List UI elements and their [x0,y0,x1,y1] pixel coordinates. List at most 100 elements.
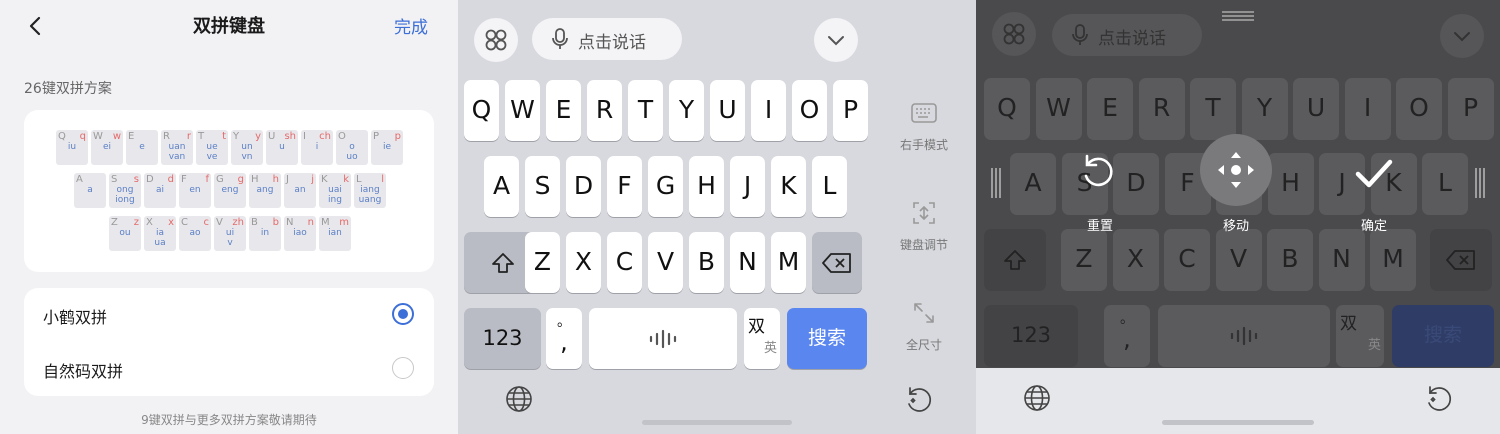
skin-refresh-icon[interactable] [1422,383,1454,419]
key-letter[interactable]: N [730,232,765,293]
backspace-key[interactable] [812,232,862,293]
key-letter[interactable]: X [566,232,601,293]
reset-button[interactable] [1076,150,1120,198]
key-letter[interactable]: Y [1241,78,1288,140]
key-letter[interactable]: B [689,232,724,293]
key-letter[interactable]: O [792,80,827,141]
apps-grid-icon[interactable] [992,12,1036,56]
key-letter[interactable]: N [1318,229,1365,291]
skin-refresh-icon[interactable] [902,384,934,420]
search-key[interactable]: 搜索 [787,308,867,369]
key-letter[interactable]: Q [984,78,1030,140]
key-letter[interactable]: K [771,156,806,217]
key-letter[interactable]: M [771,232,806,293]
scheme-preview-card: Qq iu Ww ei Ee Rr uan van Tt ue ve Yy un vn Ush u Ich… [24,110,434,272]
key-letter[interactable]: T [628,80,663,141]
confirm-button[interactable] [1350,154,1398,198]
space-key[interactable] [1158,305,1330,367]
key-letter[interactable]: E [1087,78,1133,140]
key-letter[interactable]: F [607,156,642,217]
key-letter[interactable]: V [1215,229,1262,291]
punctuation-key[interactable]: 。, [1104,305,1150,367]
language-switch-key[interactable]: 双英 [744,308,780,369]
key-letter[interactable]: T [1190,78,1236,140]
move-button[interactable] [1200,134,1272,206]
key-initial: ch [319,131,331,142]
globe-icon[interactable] [1022,383,1052,417]
globe-icon[interactable] [504,384,534,418]
resize-left-handle-icon[interactable] [990,166,1002,204]
key-letter[interactable]: U [710,80,745,141]
keyboard-adjust-button[interactable]: 键盘调节 [890,198,958,253]
key-letter[interactable]: J [730,156,765,217]
full-size-button[interactable]: 全尺寸 [890,298,958,353]
key-letter[interactable]: P [1447,78,1494,140]
punctuation-key[interactable]: 。, [546,308,582,369]
key-letter[interactable]: C [607,232,642,293]
search-key[interactable]: 搜索 [1392,305,1494,367]
right-hand-mode-button[interactable]: 右手模式 [890,98,958,153]
key-letter[interactable]: B [1267,229,1313,291]
key-letter[interactable]: A [1010,153,1056,215]
punct-bottom: , [560,328,568,356]
key-letter[interactable]: U [1293,78,1339,140]
radio-selected-icon[interactable] [392,303,414,325]
drag-handle-icon[interactable] [1220,8,1256,27]
collapse-chevron-icon[interactable] [814,18,858,62]
radio-unselected-icon[interactable] [392,357,414,379]
key-letter[interactable]: L [1422,153,1468,215]
done-button[interactable]: 完成 [394,13,428,38]
option-ziranma[interactable]: 自然码双拼 [24,342,434,396]
key-letter[interactable]: W [505,80,540,141]
apps-grid-icon[interactable] [474,18,518,62]
key-letter[interactable]: L [812,156,847,217]
key-letter[interactable]: Z [1061,229,1107,291]
bottom-bar [976,368,1500,434]
key-letter[interactable]: Y [669,80,704,141]
keyboard-hand-icon [911,103,937,123]
key-letter[interactable]: R [587,80,622,141]
key-letter[interactable]: C [1164,229,1210,291]
collapse-chevron-icon[interactable] [1440,14,1484,58]
number-mode-key[interactable]: 123 [464,308,541,369]
key-finals: i [315,142,319,152]
key-letter: Q [58,131,66,142]
key-letter[interactable]: E [546,80,581,141]
key-finals: en [189,185,201,195]
key-letter[interactable]: Q [464,80,499,141]
key-finals: a [87,185,93,195]
key-letter[interactable]: R [1138,78,1185,140]
key-letter[interactable]: V [648,232,683,293]
key-letter[interactable]: I [751,80,786,141]
backspace-icon [822,253,851,273]
number-mode-key[interactable]: 123 [984,305,1078,367]
key-letter[interactable]: H [689,156,724,217]
key-letter[interactable]: W [1035,78,1082,140]
key-initial: x [168,217,174,228]
key-letter: D [146,174,154,185]
voice-input-button[interactable]: 点击说话 [1052,14,1202,56]
option-xiaohe[interactable]: 小鹤双拼 [24,288,434,342]
key-letter[interactable]: G [648,156,683,217]
key-letter: W [93,131,103,142]
key-letter[interactable]: A [484,156,519,217]
language-switch-key[interactable]: 双英 [1336,305,1384,367]
resize-right-handle-icon[interactable] [1474,166,1486,204]
key-letter[interactable]: Z [525,232,560,293]
key-initial: z [133,217,139,228]
key-letter[interactable]: X [1112,229,1159,291]
voice-input-button[interactable]: 点击说话 [532,18,682,60]
shift-key[interactable] [984,229,1046,291]
key-letter[interactable]: M [1370,229,1416,291]
key-letter[interactable]: P [833,80,868,141]
space-key[interactable] [589,308,737,369]
backspace-key[interactable] [1430,229,1492,291]
key-finals: iao [293,228,307,238]
key-letter[interactable]: S [525,156,560,217]
punct-bottom: , [1123,325,1131,353]
key-initial: r [186,131,191,142]
key-letter[interactable]: O [1396,78,1442,140]
key-letter[interactable]: D [566,156,601,217]
key-letter[interactable]: H [1267,153,1314,215]
key-letter[interactable]: I [1344,78,1391,140]
